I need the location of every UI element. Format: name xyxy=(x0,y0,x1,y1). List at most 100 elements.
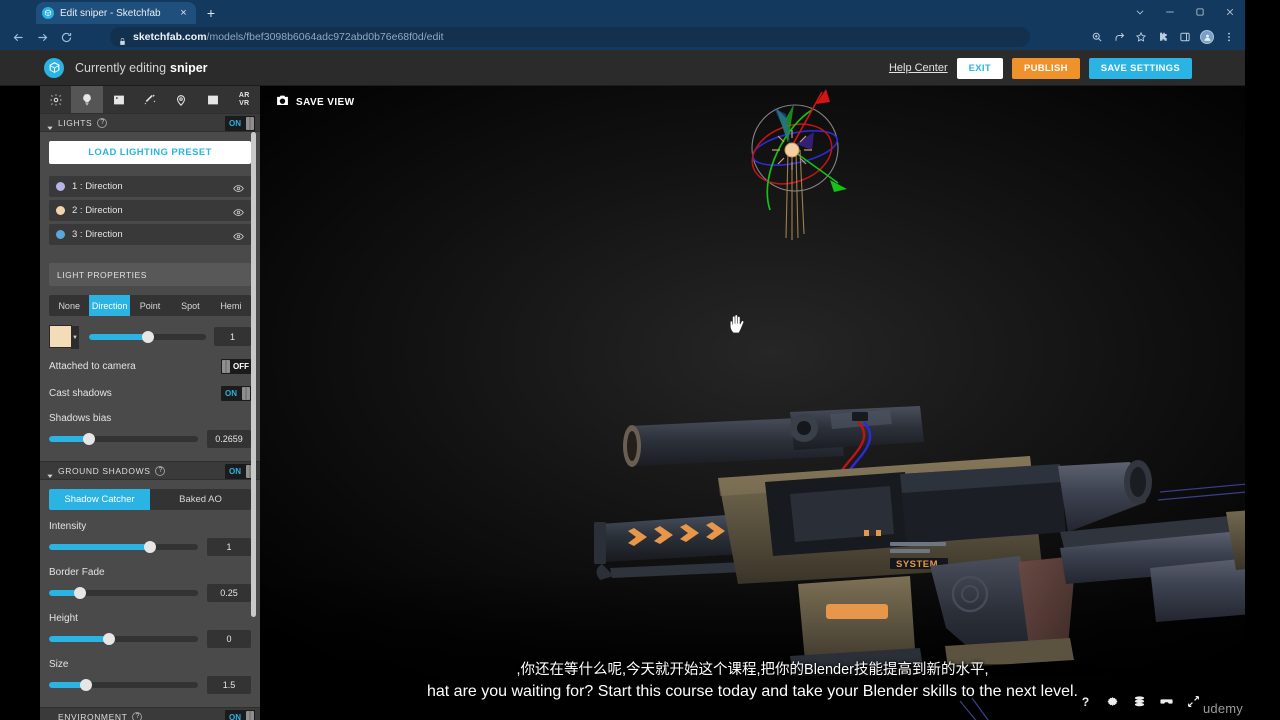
slider-knob[interactable] xyxy=(80,679,93,691)
url-domain: sketchfab.com xyxy=(133,31,207,43)
sci-fi-sniper-rifle[interactable]: SYSTEM xyxy=(590,316,1245,676)
environment-toggle[interactable]: ON xyxy=(225,710,255,720)
light-intensity-slider[interactable] xyxy=(89,330,206,343)
lights-toggle[interactable]: ON xyxy=(225,116,255,131)
environment-toggle-label: ON xyxy=(229,713,241,720)
back-arrow-icon[interactable] xyxy=(6,25,30,49)
lights-toggle-label: ON xyxy=(229,119,241,128)
shadows-bias-row: 0.2659 xyxy=(40,430,260,448)
eye-icon[interactable] xyxy=(233,229,244,240)
forward-arrow-icon[interactable] xyxy=(30,25,54,49)
sidebar-scrollbar[interactable] xyxy=(251,132,256,617)
share-icon[interactable] xyxy=(1109,27,1129,47)
tab-annotations[interactable] xyxy=(166,86,197,113)
intensity-label: Intensity xyxy=(49,521,87,532)
minimize-icon[interactable] xyxy=(1155,0,1185,24)
border-fade-value[interactable]: 0.25 xyxy=(207,584,251,602)
toggle-knob xyxy=(242,387,250,400)
light-transform-gizmo[interactable] xyxy=(730,88,910,258)
size-slider[interactable] xyxy=(49,679,198,691)
puzzle-icon[interactable] xyxy=(1153,27,1173,47)
intensity-value[interactable]: 1 xyxy=(207,538,251,556)
eye-icon[interactable] xyxy=(233,181,244,192)
intensity-slider[interactable] xyxy=(49,541,198,553)
mode-shadow-catcher[interactable]: Shadow Catcher xyxy=(49,489,150,510)
chevron-down-icon[interactable] xyxy=(1125,0,1155,24)
slider-knob[interactable] xyxy=(83,433,96,445)
border-fade-slider[interactable] xyxy=(49,587,198,599)
cast-shadows-row: Cast shadows ON xyxy=(40,385,260,402)
zoom-icon[interactable] xyxy=(1087,27,1107,47)
avatar-icon[interactable] xyxy=(1197,27,1217,47)
light-type-point[interactable]: Point xyxy=(130,295,170,316)
save-view-button[interactable]: SAVE VIEW xyxy=(276,92,354,112)
shadows-bias-value[interactable]: 0.2659 xyxy=(207,430,251,448)
browser-toolbar: sketchfab.com/models/fbef3098b6064adc972… xyxy=(0,24,1245,50)
chevron-down-icon: ▼ xyxy=(71,326,79,349)
sketchfab-logo-icon[interactable] xyxy=(44,57,64,78)
tab-ar-vr[interactable]: AR VR xyxy=(229,86,260,113)
tab-close-icon[interactable]: × xyxy=(177,7,190,20)
slider-knob[interactable] xyxy=(74,587,87,599)
slider-knob[interactable] xyxy=(102,633,115,645)
attached-to-camera-value: OFF xyxy=(233,362,249,371)
browser-tab[interactable]: Edit sniper - Sketchfab × xyxy=(36,2,196,24)
question-mark-icon[interactable]: ? xyxy=(1079,695,1092,709)
cast-shadows-toggle[interactable]: ON xyxy=(221,386,251,401)
help-icon[interactable]: ? xyxy=(97,117,108,128)
fullscreen-icon[interactable] xyxy=(1187,695,1200,708)
light-type-spot[interactable]: Spot xyxy=(170,295,210,316)
help-icon[interactable]: ? xyxy=(132,711,143,720)
help-icon[interactable]: ? xyxy=(155,465,166,476)
height-slider[interactable] xyxy=(49,633,198,645)
tab-settings[interactable] xyxy=(40,86,71,113)
toggle-knob xyxy=(246,711,254,720)
list-item[interactable]: 1 : Direction xyxy=(49,176,251,197)
reload-icon[interactable] xyxy=(54,25,78,49)
vr-goggles-icon[interactable] xyxy=(1160,695,1173,708)
slider-knob[interactable] xyxy=(141,330,154,343)
layers-icon[interactable] xyxy=(1133,695,1146,708)
maximize-icon[interactable] xyxy=(1185,0,1215,24)
new-tab-button[interactable]: + xyxy=(202,4,220,22)
tab-scene[interactable] xyxy=(103,86,134,113)
header-actions: Help Center EXIT PUBLISH SAVE SETTINGS xyxy=(889,50,1192,86)
tab-lighting[interactable] xyxy=(71,86,103,113)
load-lighting-preset-button[interactable]: LOAD LIGHTING PRESET xyxy=(49,141,251,164)
address-bar[interactable]: sketchfab.com/models/fbef3098b6064adc972… xyxy=(110,27,1030,47)
light-type-hemi[interactable]: Hemi xyxy=(211,295,251,316)
attached-to-camera-toggle[interactable]: OFF xyxy=(221,359,251,374)
light-type-direction[interactable]: Direction xyxy=(89,295,130,316)
environment-section-header[interactable]: ENVIRONMENT ? ON xyxy=(40,707,260,720)
sidebar-tabs: AR VR xyxy=(40,86,260,113)
light-type-none[interactable]: None xyxy=(49,295,89,316)
tab-animation[interactable] xyxy=(197,86,228,113)
lights-section-header[interactable]: LIGHTS ? ON xyxy=(40,113,260,132)
screen: Edit sniper - Sketchfab × + sketchfab.co… xyxy=(0,0,1280,720)
cast-shadows-value: ON xyxy=(225,389,237,398)
star-icon[interactable] xyxy=(1131,27,1151,47)
eye-icon[interactable] xyxy=(233,205,244,216)
size-value[interactable]: 1.5 xyxy=(207,676,251,694)
tab-post-processing[interactable] xyxy=(134,86,165,113)
publish-button[interactable]: PUBLISH xyxy=(1011,57,1080,79)
3d-viewport[interactable]: SAVE VIEW SYSTEM ,你还在等什么呢,今天就开始这个课程,把你的B… xyxy=(260,86,1245,720)
gear-icon[interactable] xyxy=(1106,695,1119,708)
kebab-menu-icon[interactable] xyxy=(1219,27,1239,47)
shadows-bias-slider[interactable] xyxy=(49,433,198,445)
slider-knob[interactable] xyxy=(144,541,157,553)
height-value[interactable]: 0 xyxy=(207,630,251,648)
close-icon[interactable] xyxy=(1215,0,1245,24)
light-color-swatch[interactable]: ▼ xyxy=(49,325,79,349)
url-path: /models/fbef3098b6064adc972abd0b76e68f0d… xyxy=(206,31,444,43)
mode-baked-ao[interactable]: Baked AO xyxy=(150,489,251,510)
list-item[interactable]: 3 : Direction xyxy=(49,224,251,245)
save-settings-button[interactable]: SAVE SETTINGS xyxy=(1088,57,1192,79)
light-intensity-value[interactable]: 1 xyxy=(214,327,251,346)
list-item[interactable]: 2 : Direction xyxy=(49,200,251,221)
size-label: Size xyxy=(49,659,69,670)
side-panel-icon[interactable] xyxy=(1175,27,1195,47)
ground-shadows-section-header[interactable]: GROUND SHADOWS ? ON xyxy=(40,461,260,480)
exit-button[interactable]: EXIT xyxy=(956,57,1003,79)
help-center-link[interactable]: Help Center xyxy=(889,62,948,74)
